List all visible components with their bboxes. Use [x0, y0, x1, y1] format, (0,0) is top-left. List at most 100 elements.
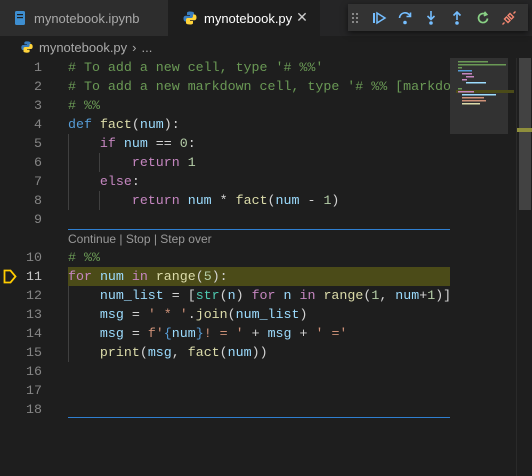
step-out-icon[interactable]	[444, 7, 470, 29]
code-token: +	[291, 326, 316, 341]
code-token: (	[195, 269, 204, 284]
code-token: # %%	[68, 98, 100, 113]
code-token: 5	[203, 269, 212, 284]
code-token: (	[219, 288, 228, 303]
line-code: return 1	[68, 153, 196, 172]
code-line[interactable]: 12 num_list = [str(n) for n in range(1, …	[0, 286, 451, 305]
code-line[interactable]: 17	[0, 381, 450, 400]
line-number: 7	[34, 174, 42, 189]
code-token: num_list	[235, 307, 300, 322]
line-code: print(msg, fact(num))	[68, 343, 268, 362]
code-line[interactable]: 13 msg = ' * '.join(num_list)	[0, 305, 450, 324]
line-number: 3	[34, 98, 42, 113]
code-line[interactable]: 2 # To add a new markdown cell, type '# %…	[0, 77, 483, 96]
code-line[interactable]: 1 # To add a new cell, type '# %%'	[0, 58, 450, 77]
scrollbar-thumb[interactable]	[519, 58, 531, 210]
code-token: 1	[427, 288, 436, 303]
continue-icon[interactable]	[366, 7, 392, 29]
line-number: 4	[34, 117, 42, 132]
code-token: :	[131, 174, 140, 189]
tab-notebook[interactable]: mynotebook.ipynb	[0, 0, 168, 36]
line-number: 15	[26, 345, 42, 360]
code-line[interactable]: 5 if num == 0:	[0, 134, 450, 153]
code-line[interactable]: 10 # %%	[0, 248, 450, 267]
codelens-debug-actions[interactable]: Continue | Stop | Step over	[68, 231, 212, 247]
code-line[interactable]: 9	[0, 210, 450, 229]
line-number: 14	[26, 326, 42, 341]
close-icon[interactable]: ✕	[294, 9, 310, 25]
code-token: =	[123, 326, 148, 341]
code-token: str	[195, 288, 220, 303]
code-line[interactable]: 18	[0, 400, 450, 419]
code-token: n	[227, 288, 236, 303]
disconnect-icon[interactable]	[496, 7, 522, 29]
code-line[interactable]: 16	[0, 362, 450, 381]
code-token: ):	[163, 117, 180, 132]
line-number: 1	[34, 60, 42, 75]
code-token: num	[395, 288, 420, 303]
tab-label: mynotebook.py	[204, 10, 293, 26]
code-token: 0	[179, 136, 188, 151]
code-token: n	[283, 288, 292, 303]
code-token: msg	[99, 326, 124, 341]
code-line[interactable]: 8 return num * fact(num - 1)	[0, 191, 450, 210]
code-token: print	[99, 345, 140, 360]
code-token: # %%	[68, 250, 100, 265]
code-token: in	[131, 269, 148, 284]
code-token: -	[299, 193, 324, 208]
step-over-icon[interactable]	[392, 7, 418, 29]
line-code: return num * fact(num - 1)	[68, 191, 340, 210]
line-number: 18	[26, 402, 42, 417]
step-into-icon[interactable]	[418, 7, 444, 29]
code-token: ))	[251, 345, 268, 360]
restart-icon[interactable]	[470, 7, 496, 29]
python-file-icon	[20, 40, 34, 54]
code-token: range	[323, 288, 364, 303]
code-token: 1	[187, 155, 196, 170]
line-code: # To add a new cell, type '# %%'	[68, 58, 323, 77]
line-code: num_list = [str(n) for n in range(1, num…	[68, 286, 451, 305]
code-token: in	[299, 288, 316, 303]
line-number: 11	[26, 269, 42, 284]
code-line[interactable]: 11 for num in range(5):	[0, 267, 450, 286]
breadcrumb-file[interactable]: mynotebook.py	[39, 40, 127, 55]
code-line[interactable]: 6 return 1	[0, 153, 450, 172]
code-token: .	[187, 307, 196, 322]
code-token: +	[243, 326, 268, 341]
code-editor[interactable]: Continue | Stop | Step over 1 # To add a …	[0, 58, 483, 476]
code-line[interactable]: 15 print(msg, fact(num))	[0, 343, 450, 362]
line-code: for num in range(5):	[68, 267, 228, 286]
vertical-scrollbar[interactable]	[516, 58, 532, 476]
code-token: fact	[187, 345, 220, 360]
code-line[interactable]: 3 # %%	[0, 96, 450, 115]
code-token: f'	[147, 326, 164, 341]
code-token: }	[195, 326, 204, 341]
code-token: for	[68, 269, 92, 284]
code-token: range	[155, 269, 196, 284]
minimap[interactable]	[450, 58, 516, 476]
line-code: msg = f'{num}! = ' + msg + ' ='	[68, 324, 347, 343]
tab-python-file[interactable]: mynotebook.py ✕	[168, 0, 320, 36]
code-token: )	[299, 307, 308, 322]
code-line[interactable]: 14 msg = f'{num}! = ' + msg + ' ='	[0, 324, 450, 343]
drag-handle-icon[interactable]	[352, 10, 360, 26]
line-number: 5	[34, 136, 42, 151]
breadcrumb-symbols[interactable]: ...	[142, 40, 153, 55]
code-token: fact	[235, 193, 268, 208]
line-number: 2	[34, 79, 42, 94]
code-line[interactable]: 4 def fact(num):	[0, 115, 450, 134]
code-token: )	[235, 288, 252, 303]
line-number: 17	[26, 383, 42, 398]
minimap-preview	[456, 61, 514, 105]
line-number: 13	[26, 307, 42, 322]
code-line[interactable]: 7 else:	[0, 172, 450, 191]
